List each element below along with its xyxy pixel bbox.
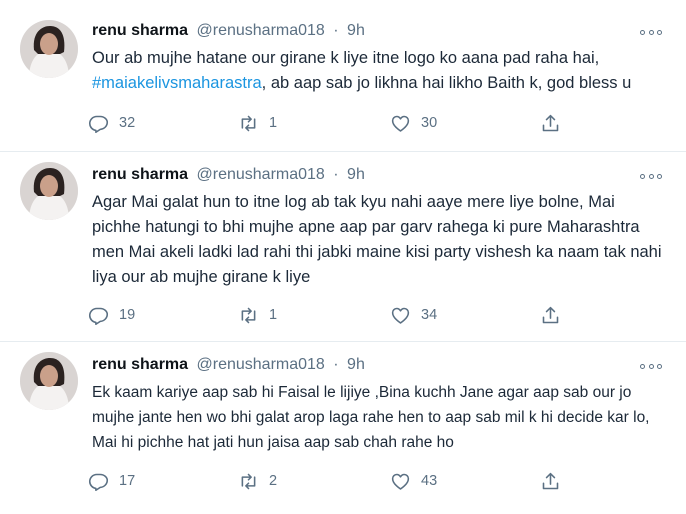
tweet-text: Our ab mujhe hatane our girane k liye it… (92, 46, 667, 96)
tweet-text: Ek kaam kariye aap sab hi Faisal le liji… (92, 384, 650, 451)
share-icon (542, 472, 559, 489)
reply-icon (88, 307, 109, 325)
like-count: 30 (421, 115, 438, 131)
tweet-timeline: renu sharma @renusharma018 · 9h Our ab m… (0, 0, 686, 514)
retweet-icon (241, 307, 256, 323)
author-name[interactable]: renu sharma (92, 166, 188, 183)
more-options-icon[interactable] (640, 171, 662, 181)
share-button[interactable] (540, 111, 571, 135)
tweet-text-part: Our ab mujhe hatane our girane k liye it… (92, 49, 600, 67)
tweet-actions: 32 1 30 (88, 111, 588, 135)
retweet-icon (241, 115, 256, 131)
more-options-icon[interactable] (640, 27, 662, 37)
share-icon (542, 114, 559, 131)
heart-icon (391, 473, 410, 490)
timestamp[interactable]: 9h (347, 22, 365, 39)
tweet-1[interactable]: renu sharma @renusharma018 · 9h Our ab m… (0, 0, 686, 152)
dot-separator: · (333, 22, 339, 39)
like-button[interactable]: 30 (390, 111, 437, 135)
author-handle[interactable]: @renusharma018 (197, 356, 325, 373)
retweet-button[interactable]: 1 (238, 111, 277, 135)
avatar[interactable] (20, 352, 78, 410)
retweet-button[interactable]: 2 (238, 469, 277, 493)
timestamp[interactable]: 9h (347, 356, 365, 373)
retweet-icon (241, 473, 256, 489)
reply-button[interactable]: 19 (88, 303, 135, 327)
reply-button[interactable]: 17 (88, 469, 135, 493)
timestamp[interactable]: 9h (347, 166, 365, 183)
more-options-icon[interactable] (640, 361, 662, 371)
reply-icon (88, 473, 109, 491)
reply-count: 17 (119, 473, 136, 489)
share-button[interactable] (540, 303, 571, 327)
reply-count: 32 (119, 115, 136, 131)
tweet-3[interactable]: renu sharma @renusharma018 · 9h Ek kaam … (0, 342, 686, 514)
avatar[interactable] (20, 162, 78, 220)
like-button[interactable]: 43 (390, 469, 437, 493)
retweet-count: 1 (269, 307, 278, 323)
share-button[interactable] (540, 469, 571, 493)
tweet-actions: 17 2 43 (88, 469, 588, 493)
like-button[interactable]: 34 (390, 303, 437, 327)
tweet-2[interactable]: renu sharma @renusharma018 · 9h Agar Mai… (0, 152, 686, 342)
tweet-text: Agar Mai galat hun to itne log ab tak ky… (92, 193, 662, 286)
avatar[interactable] (20, 20, 78, 78)
tweet-text-part: , ab aap sab jo likhna hai likho Baith k… (261, 74, 632, 92)
author-name[interactable]: renu sharma (92, 356, 188, 373)
heart-icon (391, 115, 410, 132)
author-name[interactable]: renu sharma (92, 22, 188, 39)
retweet-button[interactable]: 1 (238, 303, 277, 327)
retweet-count: 2 (269, 473, 278, 489)
tweet-actions: 19 1 34 (88, 303, 588, 327)
author-handle[interactable]: @renusharma018 (197, 22, 325, 39)
share-icon (542, 306, 559, 323)
hashtag-link[interactable]: #maiakelivsmaharastra (92, 74, 262, 92)
like-count: 43 (421, 473, 438, 489)
dot-separator: · (333, 166, 339, 183)
reply-icon (88, 115, 109, 133)
author-handle[interactable]: @renusharma018 (197, 166, 325, 183)
retweet-count: 1 (269, 115, 278, 131)
heart-icon (391, 307, 410, 324)
reply-count: 19 (119, 307, 136, 323)
reply-button[interactable]: 32 (88, 111, 135, 135)
dot-separator: · (333, 356, 339, 373)
like-count: 34 (421, 307, 438, 323)
